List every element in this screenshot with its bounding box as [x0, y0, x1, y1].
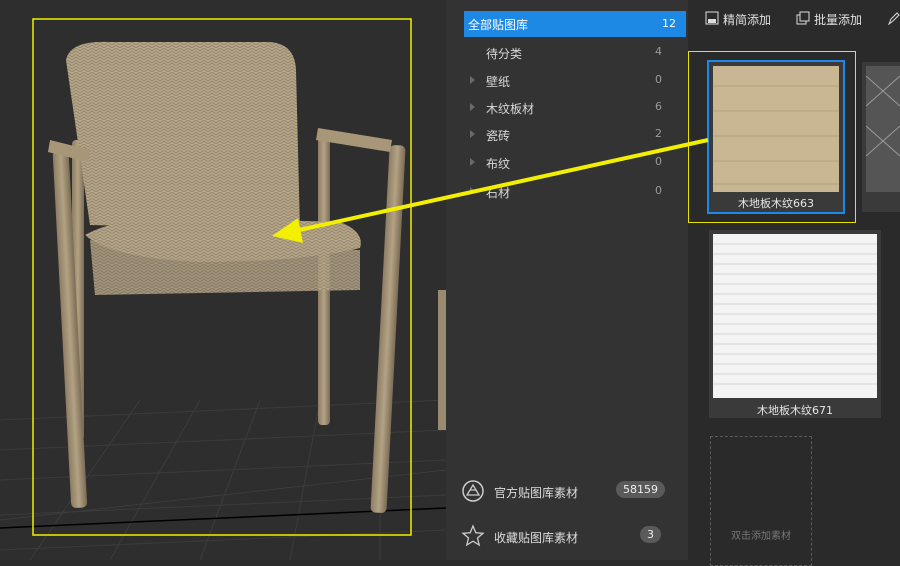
- expand-arrow-icon[interactable]: [470, 130, 475, 138]
- batch-add-label: 批量添加: [814, 13, 863, 27]
- material-card-selected[interactable]: 木地板木纹663: [707, 60, 845, 214]
- chair-render: [0, 18, 446, 560]
- material-card[interactable]: 木地板木纹671: [709, 230, 881, 418]
- official-library-count: 58159: [616, 481, 665, 498]
- expand-arrow-icon[interactable]: [470, 158, 475, 166]
- edit-button[interactable]: [887, 11, 900, 31]
- category-label: 石材: [486, 186, 511, 200]
- material-thumbnail: [713, 66, 839, 192]
- favorites-library-count: 3: [640, 526, 661, 543]
- favorites-library-label: 收藏贴图库素材: [494, 531, 579, 545]
- category-count: 0: [655, 155, 662, 168]
- category-label: 布纹: [486, 157, 511, 171]
- batch-add-button[interactable]: 批量添加: [796, 11, 862, 31]
- category-label: 瓷砖: [486, 129, 511, 143]
- category-count: 4: [655, 45, 662, 58]
- category-count: 0: [655, 184, 662, 197]
- category-count: 0: [655, 73, 662, 86]
- category-all[interactable]: 全部贴图库 12: [464, 11, 686, 37]
- category-item-stone[interactable]: 石材 0: [464, 180, 662, 204]
- precise-add-label: 精简添加: [723, 13, 772, 27]
- material-name: 木地板木纹663: [738, 197, 814, 210]
- category-count: 6: [655, 100, 662, 113]
- material-card-partial[interactable]: [862, 62, 900, 212]
- expand-arrow-icon[interactable]: [470, 76, 475, 84]
- material-name: 木地板木纹671: [757, 404, 833, 417]
- category-item-unsorted[interactable]: 待分类 4: [464, 41, 662, 65]
- favorites-library-link[interactable]: 收藏贴图库素材 3: [458, 522, 668, 550]
- category-count: 2: [655, 127, 662, 140]
- precise-add-button[interactable]: 精简添加: [705, 11, 771, 31]
- category-label: 待分类: [486, 47, 523, 61]
- batch-add-icon: [796, 11, 810, 28]
- category-all-count: 12: [662, 17, 676, 30]
- category-item-wood-board[interactable]: 木纹板材 6: [464, 96, 662, 120]
- material-thumbnail: [866, 66, 900, 192]
- expand-arrow-icon[interactable]: [470, 103, 475, 111]
- category-item-tile[interactable]: 瓷砖 2: [464, 123, 662, 147]
- precise-add-icon: [705, 11, 719, 28]
- category-item-fabric[interactable]: 布纹 0: [464, 151, 662, 175]
- add-material-label: 双击添加素材: [731, 531, 791, 542]
- category-label: 壁纸: [486, 75, 511, 89]
- edit-icon: [887, 11, 900, 28]
- category-item-wallpaper[interactable]: 壁纸 0: [464, 69, 662, 93]
- viewport-3d[interactable]: [0, 0, 446, 560]
- material-thumbnail: [713, 234, 877, 398]
- official-library-label: 官方贴图库素材: [494, 486, 579, 500]
- official-library-link[interactable]: 官方贴图库素材 58159: [458, 477, 668, 505]
- expand-arrow-icon[interactable]: [470, 187, 475, 195]
- category-all-label: 全部贴图库: [468, 18, 529, 32]
- official-library-icon: [461, 479, 485, 506]
- category-label: 木纹板材: [486, 102, 535, 116]
- add-material-card[interactable]: 双击添加素材: [710, 436, 812, 566]
- star-icon: [461, 524, 485, 551]
